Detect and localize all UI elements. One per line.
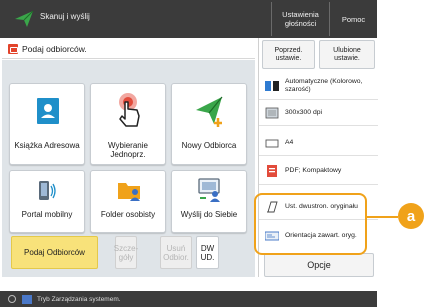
new-destination-button[interactable]: Nowy Odbiorca <box>171 83 247 165</box>
personal-folder-button[interactable]: Folder osobisty <box>90 170 166 233</box>
title-bar: Skanuj i wyślij Ustawienia głośności Pom… <box>0 0 377 38</box>
callout-highlight <box>254 193 367 255</box>
specify-destinations-button[interactable]: Podaj Odbiorców <box>11 236 98 269</box>
address-book-icon <box>37 98 59 124</box>
address-book-button[interactable]: Książka Adresowa <box>9 83 85 165</box>
callout-line <box>367 216 398 218</box>
help-button[interactable]: Pomoc <box>329 2 377 36</box>
app-title: Skanuj i wyślij <box>40 12 90 21</box>
color-mode-icon <box>265 80 279 91</box>
file-format-icon <box>267 164 277 177</box>
new-destination-icon <box>196 96 223 127</box>
tile-label: Wybieranie Jednoprz. <box>108 141 148 159</box>
setting-color-mode[interactable]: Automatyczne (Kolorowo, szarość) <box>259 72 378 100</box>
setting-resolution[interactable]: 300x300 dpi <box>259 101 378 126</box>
details-button[interactable]: Szcze-góły <box>114 236 138 269</box>
tile-label: Folder osobisty <box>100 210 156 219</box>
paper-size-icon <box>265 139 279 148</box>
scan-and-send-icon <box>15 10 34 27</box>
one-touch-icon <box>119 93 140 127</box>
mobile-portal-button[interactable]: Portal mobilny <box>9 170 85 233</box>
status-icon <box>8 295 16 303</box>
remove-destination-button[interactable]: Usuń Odbior. <box>160 236 192 269</box>
instruction-text: Podaj odbiorców. <box>22 44 87 54</box>
tile-label: Wyślij do Siebie <box>180 210 238 219</box>
send-to-myself-button[interactable]: Wyślij do Siebie <box>171 170 247 233</box>
one-touch-button[interactable]: Wybieranie Jednoprz. <box>90 83 166 165</box>
personal-folder-icon <box>118 183 140 201</box>
setting-label: PDF; Kompaktowy <box>285 166 342 174</box>
volume-settings-button[interactable]: Ustawienia głośności <box>271 2 329 36</box>
status-text: Tryb Zarządzania systemem. <box>37 295 121 303</box>
setting-label: 300x300 dpi <box>285 109 323 117</box>
setting-paper-size[interactable]: A4 <box>259 131 378 156</box>
tile-label: Nowy Odbiorca <box>181 141 237 150</box>
instruction-bar: Podaj odbiorców. <box>2 40 255 59</box>
send-to-myself-icon <box>198 178 220 202</box>
status-bar: Tryb Zarządzania systemem. <box>0 291 377 307</box>
message-icon <box>8 44 18 54</box>
tile-label: Książka Adresowa <box>14 141 80 150</box>
favorite-settings-button[interactable]: Ulubione ustawie. <box>319 40 375 69</box>
mobile-portal-icon <box>39 181 56 200</box>
resolution-icon <box>265 107 279 119</box>
setting-file-format[interactable]: PDF; Kompaktowy <box>259 157 378 185</box>
system-manager-icon <box>22 294 32 304</box>
cc-bcc-button[interactable]: DW UD. <box>196 236 219 269</box>
setting-label: A4 <box>285 139 294 147</box>
screen: { "titlebar": { "title": "Skanuj i wyśli… <box>0 0 445 307</box>
options-button[interactable]: Opcje <box>264 253 374 277</box>
callout-badge: a <box>398 203 424 229</box>
setting-label: Automatyczne (Kolorowo, szarość) <box>285 78 363 93</box>
previous-settings-button[interactable]: Poprzed. ustawie. <box>262 40 315 69</box>
tile-label: Portal mobilny <box>21 210 73 219</box>
